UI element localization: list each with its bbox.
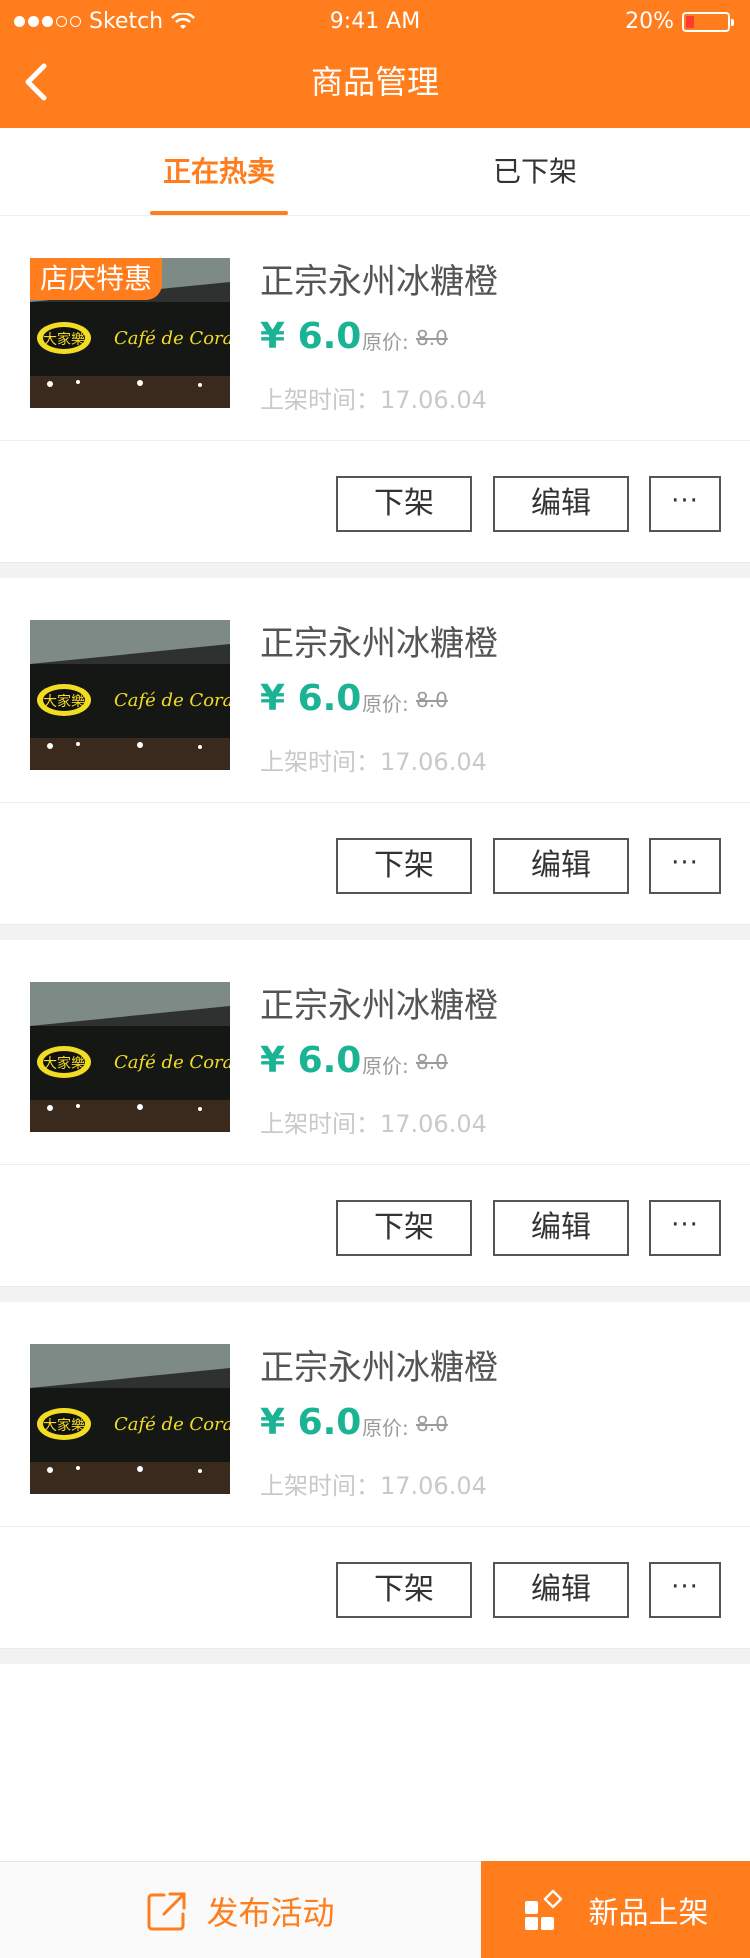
product-card: 大家樂 Café de Coral. 正宗永州冰糖橙 ¥ 6.0 原价: 8.0… bbox=[0, 1302, 750, 1648]
svg-text:大家樂: 大家樂 bbox=[43, 1055, 85, 1072]
product-price: ¥ 6.0 bbox=[260, 678, 362, 719]
status-bar: Sketch 9:41 AM 20% bbox=[0, 0, 750, 44]
product-image: 大家樂 Café de Coral. bbox=[30, 1344, 230, 1494]
tab-delisted[interactable]: 已下架 bbox=[460, 128, 610, 216]
divider bbox=[0, 924, 750, 940]
edit-button[interactable]: 编辑 bbox=[493, 476, 629, 532]
original-price-label: 原价: bbox=[362, 330, 409, 354]
product-info[interactable]: 大家樂 Café de Coral. 正宗永州冰糖橙 ¥ 6.0 原价: 8.0… bbox=[0, 940, 750, 1165]
share-external-icon bbox=[147, 1892, 186, 1930]
svg-text:Café de Coral.: Café de Coral. bbox=[114, 328, 230, 349]
original-price: 8.0 bbox=[416, 1412, 448, 1436]
active-tab-indicator bbox=[150, 211, 288, 215]
promo-badge: 店庆特惠 bbox=[30, 258, 163, 300]
product-actions: 下架 编辑 ··· bbox=[0, 442, 750, 562]
product-price: ¥ 6.0 bbox=[260, 316, 362, 357]
more-button[interactable]: ··· bbox=[649, 1562, 721, 1618]
product-name: 正宗永州冰糖橙 bbox=[260, 1348, 498, 1388]
product-card: 大家樂 Café de Coral. 正宗永州冰糖橙 ¥ 6.0 原价: 8.0… bbox=[0, 940, 750, 1286]
listing-time: 上架时间：17.06.04 bbox=[260, 386, 487, 414]
product-actions: 下架 编辑 ··· bbox=[0, 1166, 750, 1286]
new-product-label: 新品上架 bbox=[588, 1896, 709, 1931]
product-price: ¥ 6.0 bbox=[260, 1402, 362, 1443]
listing-time: 上架时间：17.06.04 bbox=[260, 748, 487, 776]
unlist-button[interactable]: 下架 bbox=[336, 476, 472, 532]
new-product-button[interactable]: 新品上架 bbox=[481, 1861, 750, 1958]
product-image: 大家樂 Café de Coral. bbox=[30, 620, 230, 770]
product-info[interactable]: 大家樂 Café de Coral. 正宗永州冰糖橙 ¥ 6.0 原价: 8.0… bbox=[0, 1302, 750, 1527]
unlist-button[interactable]: 下架 bbox=[336, 1200, 472, 1256]
product-actions: 下架 编辑 ··· bbox=[0, 1528, 750, 1648]
page-title: 商品管理 bbox=[310, 63, 439, 101]
edit-button[interactable]: 编辑 bbox=[493, 838, 629, 894]
product-image: 大家樂 Café de Coral. bbox=[30, 982, 230, 1132]
original-price: 8.0 bbox=[416, 1050, 448, 1074]
product-info[interactable]: 大家樂 Café de Coral. 正宗永州冰糖橙 ¥ 6.0 原价: 8.0… bbox=[0, 578, 750, 803]
original-price: 8.0 bbox=[416, 688, 448, 712]
tab-on-sale[interactable]: 正在热卖 bbox=[150, 128, 288, 216]
header: Sketch 9:41 AM 20% 商品管理 bbox=[0, 0, 750, 128]
original-price-label: 原价: bbox=[362, 1054, 409, 1078]
product-name: 正宗永州冰糖橙 bbox=[260, 624, 498, 664]
battery-icon bbox=[682, 11, 734, 32]
original-price: 8.0 bbox=[416, 326, 448, 350]
edit-button[interactable]: 编辑 bbox=[493, 1562, 629, 1618]
divider bbox=[0, 562, 750, 578]
original-price-label: 原价: bbox=[362, 1416, 409, 1440]
svg-text:Café de Coral.: Café de Coral. bbox=[114, 690, 230, 711]
unlist-button[interactable]: 下架 bbox=[336, 838, 472, 894]
bottom-bar: 发布活动 新品上架 bbox=[0, 1861, 750, 1958]
svg-text:大家樂: 大家樂 bbox=[43, 693, 85, 710]
edit-button[interactable]: 编辑 bbox=[493, 1200, 629, 1256]
divider bbox=[0, 1648, 750, 1664]
more-button[interactable]: ··· bbox=[649, 838, 721, 894]
product-info[interactable]: 大家樂 Café de Coral. 店庆特惠 正宗永州冰糖橙 ¥ 6.0 原价… bbox=[0, 216, 750, 441]
publish-activity-button[interactable]: 发布活动 bbox=[0, 1862, 481, 1958]
more-button[interactable]: ··· bbox=[649, 1200, 721, 1256]
unlist-button[interactable]: 下架 bbox=[336, 1562, 472, 1618]
apps-grid-icon bbox=[524, 1889, 562, 1930]
product-card: 大家樂 Café de Coral. 正宗永州冰糖橙 ¥ 6.0 原价: 8.0… bbox=[0, 578, 750, 924]
publish-activity-label: 发布活动 bbox=[206, 1893, 335, 1932]
product-price: ¥ 6.0 bbox=[260, 1040, 362, 1081]
svg-text:大家樂: 大家樂 bbox=[43, 331, 85, 348]
product-card: 大家樂 Café de Coral. 店庆特惠 正宗永州冰糖橙 ¥ 6.0 原价… bbox=[0, 216, 750, 562]
listing-time: 上架时间：17.06.04 bbox=[260, 1472, 487, 1500]
status-right: 20% bbox=[625, 9, 734, 34]
listing-time: 上架时间：17.06.04 bbox=[260, 1110, 487, 1138]
product-actions: 下架 编辑 ··· bbox=[0, 804, 750, 924]
svg-text:大家樂: 大家樂 bbox=[43, 1417, 85, 1434]
product-name: 正宗永州冰糖橙 bbox=[260, 986, 498, 1026]
tab-bar: 正在热卖 已下架 bbox=[0, 128, 750, 216]
more-button[interactable]: ··· bbox=[649, 476, 721, 532]
svg-text:Café de Coral.: Café de Coral. bbox=[114, 1414, 230, 1435]
original-price-label: 原价: bbox=[362, 692, 409, 716]
battery-percent: 20% bbox=[625, 9, 674, 34]
divider bbox=[0, 1286, 750, 1302]
product-name: 正宗永州冰糖橙 bbox=[260, 262, 498, 302]
svg-text:Café de Coral.: Café de Coral. bbox=[114, 1052, 230, 1073]
